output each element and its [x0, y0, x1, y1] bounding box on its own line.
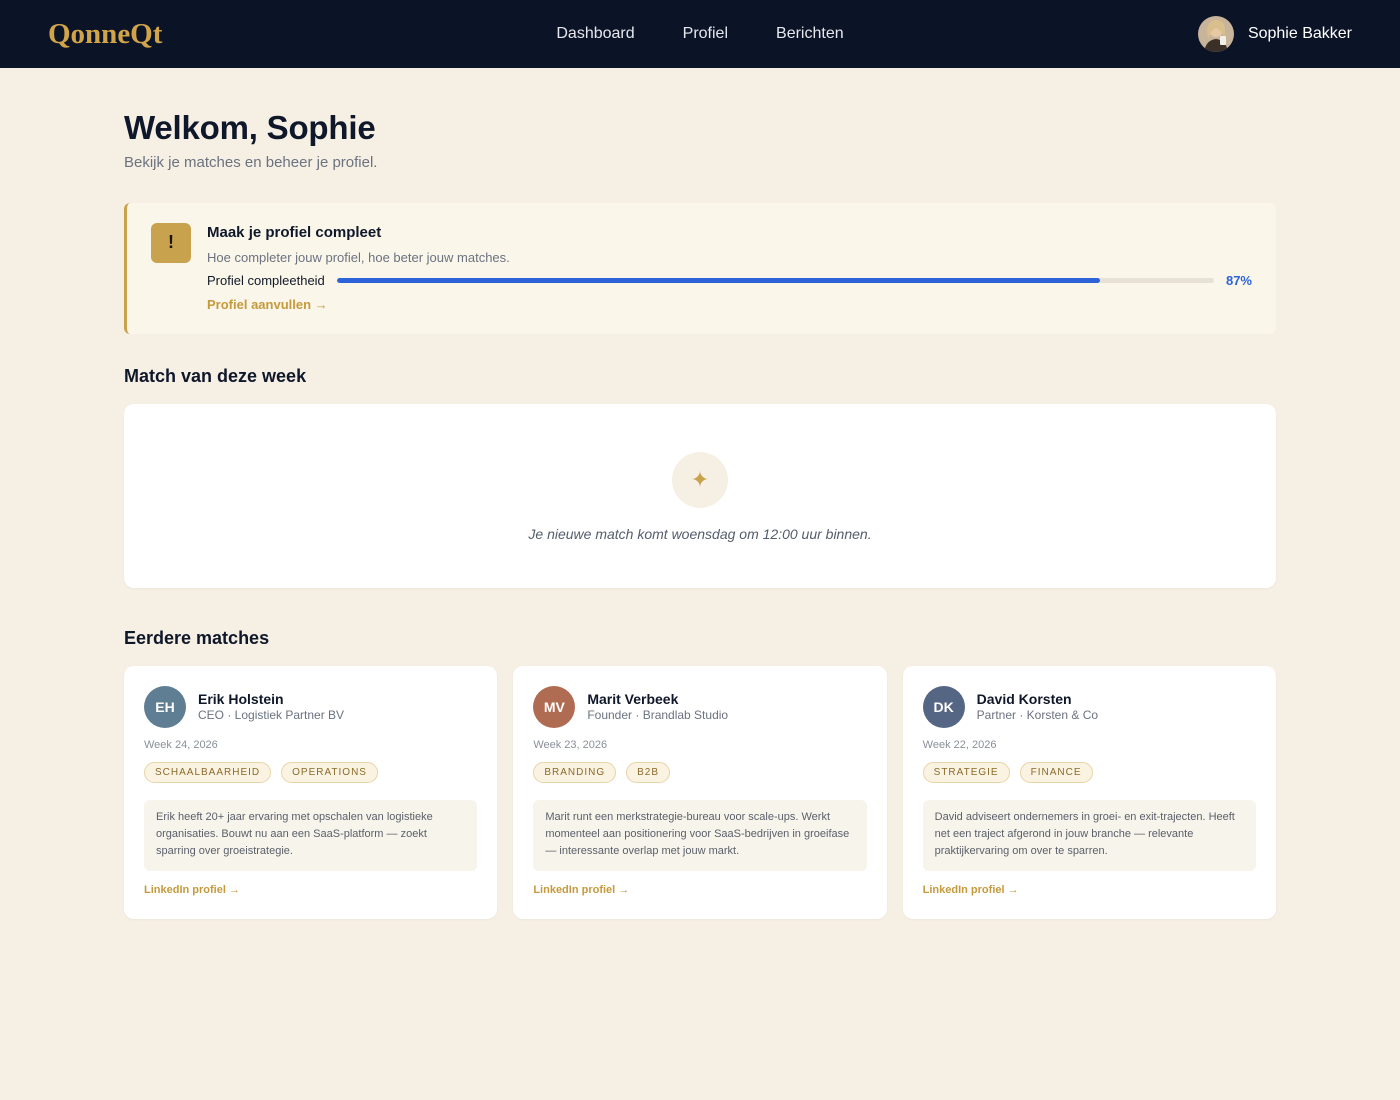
match-week: Week 23, 2026 — [533, 738, 608, 751]
top-navigation-bar: QonneQt Dashboard Profiel Berichten Soph… — [0, 0, 1400, 68]
profile-completion-subtitle: Hoe completer jouw profiel, hoe beter jo… — [207, 249, 510, 265]
user-avatar[interactable] — [1197, 16, 1234, 52]
tag: Operations — [281, 761, 378, 783]
profile-completion-card: ! Maak je profiel compleet Hoe completer… — [124, 202, 1276, 334]
tag: Schaalbaarheid — [144, 761, 272, 783]
profile-completion-title: Maak je profiel compleet — [207, 223, 382, 241]
tag: Strategie — [922, 761, 1010, 783]
user-menu[interactable]: Sophie Bakker — [1197, 16, 1352, 52]
match-name: Marit Verbeek — [587, 691, 679, 708]
match-description: David adviseert ondernemers in groei- en… — [922, 799, 1256, 871]
avatar: MV — [533, 685, 576, 728]
match-card: DK David Korsten Partner · Korsten & Co … — [902, 665, 1276, 919]
nav-item-berichten[interactable]: Berichten — [776, 25, 844, 43]
warning-icon: ! — [151, 222, 191, 263]
earlier-matches-title: Eerdere matches — [124, 627, 270, 648]
complete-profile-link[interactable]: Profiel aanvullen → — [207, 297, 328, 312]
linkedin-link[interactable]: LinkedIn profiel → — [533, 884, 629, 896]
earlier-matches-list: EH Erik Holstein CEO · Logistiek Partner… — [124, 665, 1276, 919]
linkedin-link[interactable]: LinkedIn profiel → — [144, 884, 240, 896]
match-role: CEO · Logistiek Partner BV — [198, 708, 345, 723]
progress-label: Profiel compleetheid — [207, 272, 325, 288]
sparkle-icon: ✦ — [672, 451, 728, 508]
match-card: EH Erik Holstein CEO · Logistiek Partner… — [124, 665, 498, 919]
match-description: Marit runt een merkstrategie-bureau voor… — [533, 799, 867, 871]
week-match-card: ✦ Je nieuwe match komt woensdag om 12:00… — [124, 403, 1276, 588]
page-title: Welkom, Sophie — [124, 109, 376, 146]
tag: Branding — [533, 761, 617, 783]
tag: Finance — [1019, 761, 1093, 783]
tag: B2B — [626, 761, 671, 783]
week-match-title: Match van deze week — [124, 365, 307, 386]
user-name: Sophie Bakker — [1247, 25, 1352, 42]
match-week: Week 24, 2026 — [144, 738, 218, 751]
progress-bar — [336, 277, 1214, 283]
main-nav: Dashboard Profiel Berichten — [0, 0, 1400, 68]
linkedin-link[interactable]: LinkedIn profiel → — [923, 884, 1019, 896]
match-name: David Korsten — [976, 691, 1072, 708]
match-card: MV Marit Verbeek Founder · Brandlab Stud… — [513, 665, 887, 919]
match-role: Founder · Brandlab Studio — [587, 708, 729, 723]
match-description: Erik heeft 20+ jaar ervaring met opschal… — [144, 799, 478, 871]
week-match-message: Je nieuwe match komt woensdag om 12:00 u… — [528, 525, 872, 542]
nav-item-dashboard[interactable]: Dashboard — [556, 25, 634, 43]
page-subtitle: Bekijk je matches en beheer je profiel. — [124, 153, 378, 171]
progress-percent: 87% — [1225, 272, 1252, 288]
avatar: EH — [144, 685, 186, 728]
avatar: DK — [922, 685, 965, 728]
nav-item-profiel[interactable]: Profiel — [683, 25, 728, 43]
main-content: Welkom, Sophie Bekijk je matches en behe… — [124, 68, 1276, 919]
app-logo[interactable]: QonneQt — [48, 18, 162, 51]
match-week: Week 22, 2026 — [922, 738, 997, 751]
progress-bar-fill — [336, 277, 1100, 283]
match-name: Erik Holstein — [198, 691, 284, 708]
match-role: Partner · Korsten & Co — [976, 708, 1099, 723]
